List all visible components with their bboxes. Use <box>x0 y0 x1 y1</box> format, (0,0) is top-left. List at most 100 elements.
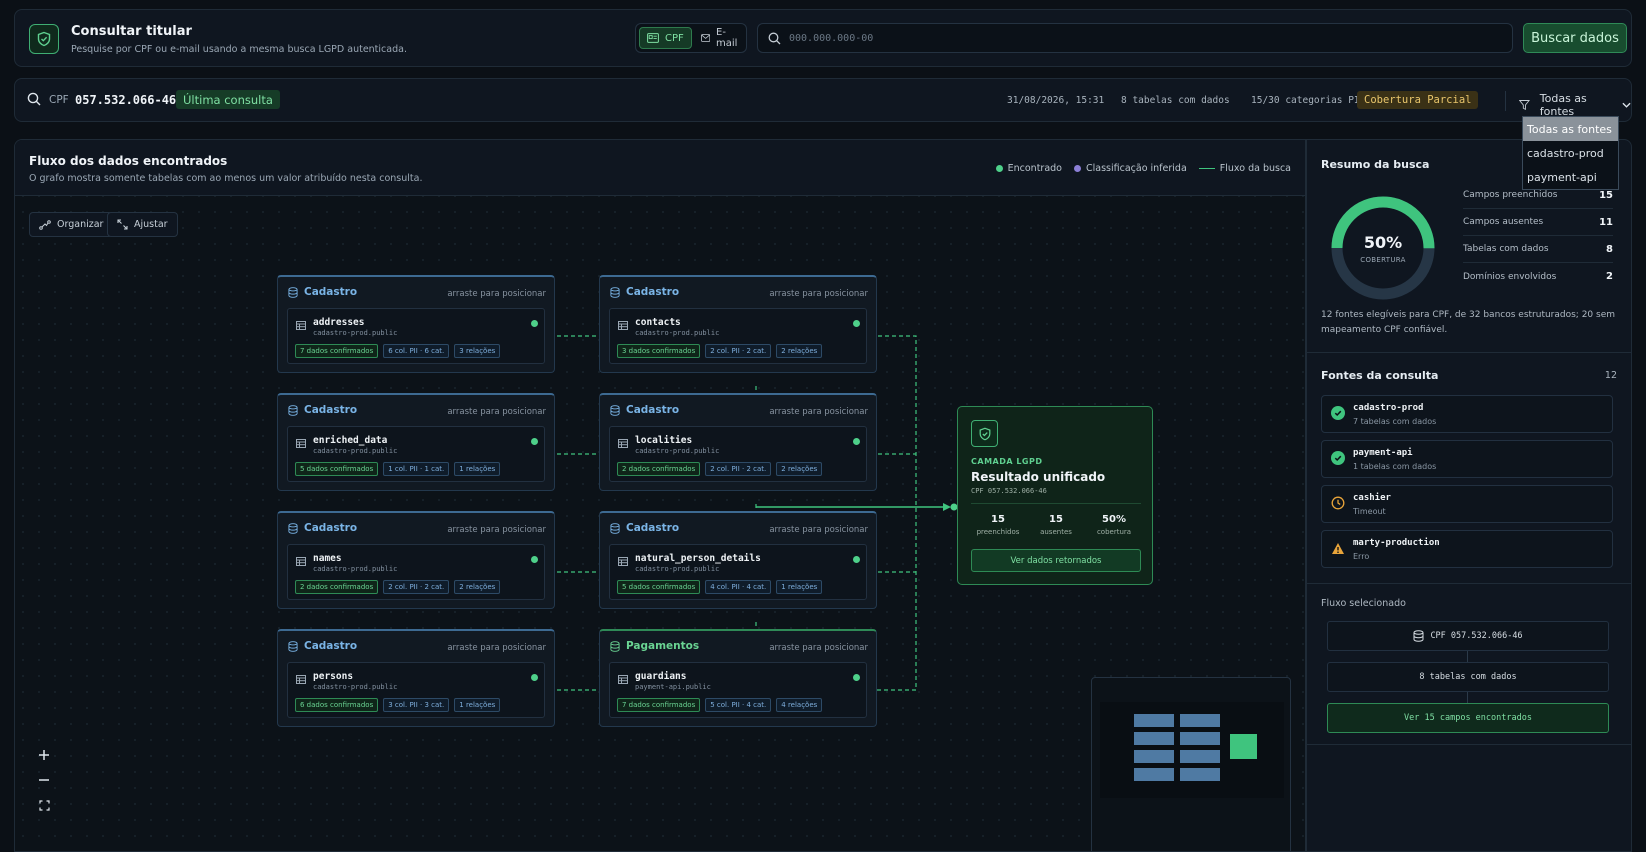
pii-tag: 1 col. PII · 1 cat. <box>383 462 450 476</box>
query-value: 057.532.066-46 <box>75 93 177 107</box>
table-node-contacts[interactable]: Cadastro arraste para posicionar contacts c… <box>599 275 877 373</box>
shield-check-icon <box>29 24 59 54</box>
table-node-names[interactable]: Cadastro arraste para posicionar names cada… <box>277 511 555 609</box>
pii-tag: 4 col. PII · 4 cat. <box>705 580 772 594</box>
found-dot-icon <box>853 438 860 445</box>
confirmed-tag: 5 dados confirmados <box>617 580 701 594</box>
table-name: localities <box>635 435 693 446</box>
minimap-node <box>1180 714 1220 727</box>
node-group: Cadastro <box>610 404 679 416</box>
result-title: Resultado unificado <box>971 470 1106 484</box>
view-returned-data-button[interactable]: Ver dados retornados <box>971 549 1141 572</box>
table-tags: 2 dados confirmados 2 col. PII · 2 cat. 2 … <box>295 580 501 594</box>
table-tags: 7 dados confirmados 6 col. PII · 6 cat. 3 … <box>295 344 501 358</box>
source-name: cadastro-prod <box>1353 403 1424 413</box>
confirmed-tag: 7 dados confirmados <box>617 698 701 712</box>
chevron-down-icon <box>1622 102 1631 108</box>
minimap[interactable] <box>1091 677 1291 851</box>
minimap-node <box>1180 732 1220 745</box>
drag-hint: arraste para posicionar <box>769 407 868 417</box>
relations-tag: 1 relações <box>776 580 823 594</box>
id-card-icon <box>647 33 659 43</box>
divider <box>1307 744 1631 745</box>
table-node-natural-person-details[interactable]: Cadastro arraste para posicionar natural_p… <box>599 511 877 609</box>
data-flow-panel: Fluxo dos dados encontrados O grafo most… <box>14 139 1306 852</box>
source-item-cadastro-prod[interactable]: cadastro-prod 7 tabelas com dados <box>1321 395 1613 433</box>
table-icon <box>296 675 306 684</box>
table-node-addresses[interactable]: Cadastro arraste para posicionar addresses… <box>277 275 555 373</box>
table-tags: 3 dados confirmados 2 col. PII · 2 cat. 2 … <box>617 344 823 358</box>
source-option[interactable]: payment-api <box>1523 165 1618 189</box>
source-name: cashier <box>1353 493 1391 503</box>
pii-tag: 2 col. PII · 2 cat. <box>705 462 772 476</box>
node-group: Cadastro <box>610 522 679 534</box>
table-card: addresses cadastro-prod.public 7 dados con… <box>287 308 545 364</box>
database-icon <box>1413 630 1424 642</box>
drag-hint: arraste para posicionar <box>447 643 546 653</box>
mode-cpf-button[interactable]: CPF <box>639 27 692 49</box>
found-dot-icon <box>531 320 538 327</box>
page-subtitle: Pesquise por CPF ou e-mail usando a mesm… <box>71 44 407 55</box>
found-dot-icon <box>853 674 860 681</box>
table-card: contacts cadastro-prod.public 3 dados conf… <box>609 308 867 364</box>
table-icon <box>296 557 306 566</box>
search-header: Consultar titular Pesquise por CPF ou e-… <box>14 9 1632 67</box>
confirmed-tag: 5 dados confirmados <box>295 462 379 476</box>
shield-check-icon <box>971 420 998 447</box>
fullscreen-button[interactable] <box>33 794 55 816</box>
zoom-in-button[interactable] <box>33 744 55 766</box>
query-info-bar: CPF 057.532.066-46 Última consulta 31/08… <box>14 78 1632 122</box>
table-icon <box>618 557 628 566</box>
search-input[interactable] <box>789 32 1489 44</box>
source-item-cashier[interactable]: cashier Timeout <box>1321 485 1613 523</box>
search-button[interactable]: Buscar dados <box>1523 23 1627 53</box>
table-card: persons cadastro-prod.public 6 dados confi… <box>287 662 545 718</box>
minimap-node <box>1134 768 1174 781</box>
query-type: CPF <box>49 94 69 106</box>
mode-email-button[interactable]: E-mail <box>694 27 747 49</box>
database-icon <box>610 404 620 416</box>
table-node-persons[interactable]: Cadastro arraste para posicionar persons ca… <box>277 629 555 727</box>
plus-icon <box>39 750 49 760</box>
divider <box>1505 91 1506 111</box>
zoom-out-button[interactable] <box>33 769 55 791</box>
database-icon <box>288 640 298 652</box>
page-title: Consultar titular <box>71 24 192 39</box>
table-name: addresses <box>313 317 365 328</box>
table-schema: cadastro-prod.public <box>313 565 398 573</box>
table-tags: 5 dados confirmados 4 col. PII · 4 cat. 1 … <box>617 580 823 594</box>
found-dot-icon <box>531 438 538 445</box>
result-eyebrow: CAMADA LGPD <box>971 457 1043 466</box>
table-node-localities[interactable]: Cadastro arraste para posicionar localitie… <box>599 393 877 491</box>
relations-tag: 4 relações <box>776 698 823 712</box>
table-card: names cadastro-prod.public 2 dados confirm… <box>287 544 545 600</box>
node-group: Cadastro <box>288 286 357 298</box>
mail-icon <box>700 34 710 42</box>
table-icon <box>618 321 628 330</box>
source-option[interactable]: cadastro-prod <box>1523 141 1618 165</box>
result-cpf: CPF 057.532.066-46 <box>971 487 1047 495</box>
source-item-marty-production[interactable]: marty-production Erro <box>1321 530 1613 568</box>
database-icon <box>610 640 620 652</box>
table-icon <box>296 439 306 448</box>
table-name: names <box>313 553 342 564</box>
result-stat-filled: 15 preenchidos <box>976 514 1020 536</box>
source-filter-label: Todas as fontes <box>1539 92 1587 118</box>
table-card: guardians payment-api.public 7 dados confi… <box>609 662 867 718</box>
minimap-node <box>1134 714 1174 727</box>
coverage-center: 50% COBERTURA <box>1327 192 1439 304</box>
table-node-enriched-data[interactable]: Cadastro arraste para posicionar enriched_… <box>277 393 555 491</box>
table-node-guardians[interactable]: Pagamentos arraste para posicionar guardia… <box>599 629 877 727</box>
table-card: enriched_data cadastro-prod.public 5 dados… <box>287 426 545 482</box>
database-icon <box>610 286 620 298</box>
divider <box>971 503 1141 504</box>
source-option[interactable]: Todas as fontes <box>1523 117 1618 141</box>
search-field[interactable] <box>757 23 1513 53</box>
summary-row: Tabelas com dados 8 <box>1463 236 1613 263</box>
arrow-icon <box>943 503 951 511</box>
drag-hint: arraste para posicionar <box>769 643 868 653</box>
view-found-fields-button[interactable]: Ver 15 campos encontrados <box>1327 703 1609 733</box>
source-item-payment-api[interactable]: payment-api 1 tabelas com dados <box>1321 440 1613 478</box>
coverage-label: COBERTURA <box>1360 255 1406 264</box>
source-filter-select[interactable]: Todas as fontes <box>1519 92 1631 118</box>
